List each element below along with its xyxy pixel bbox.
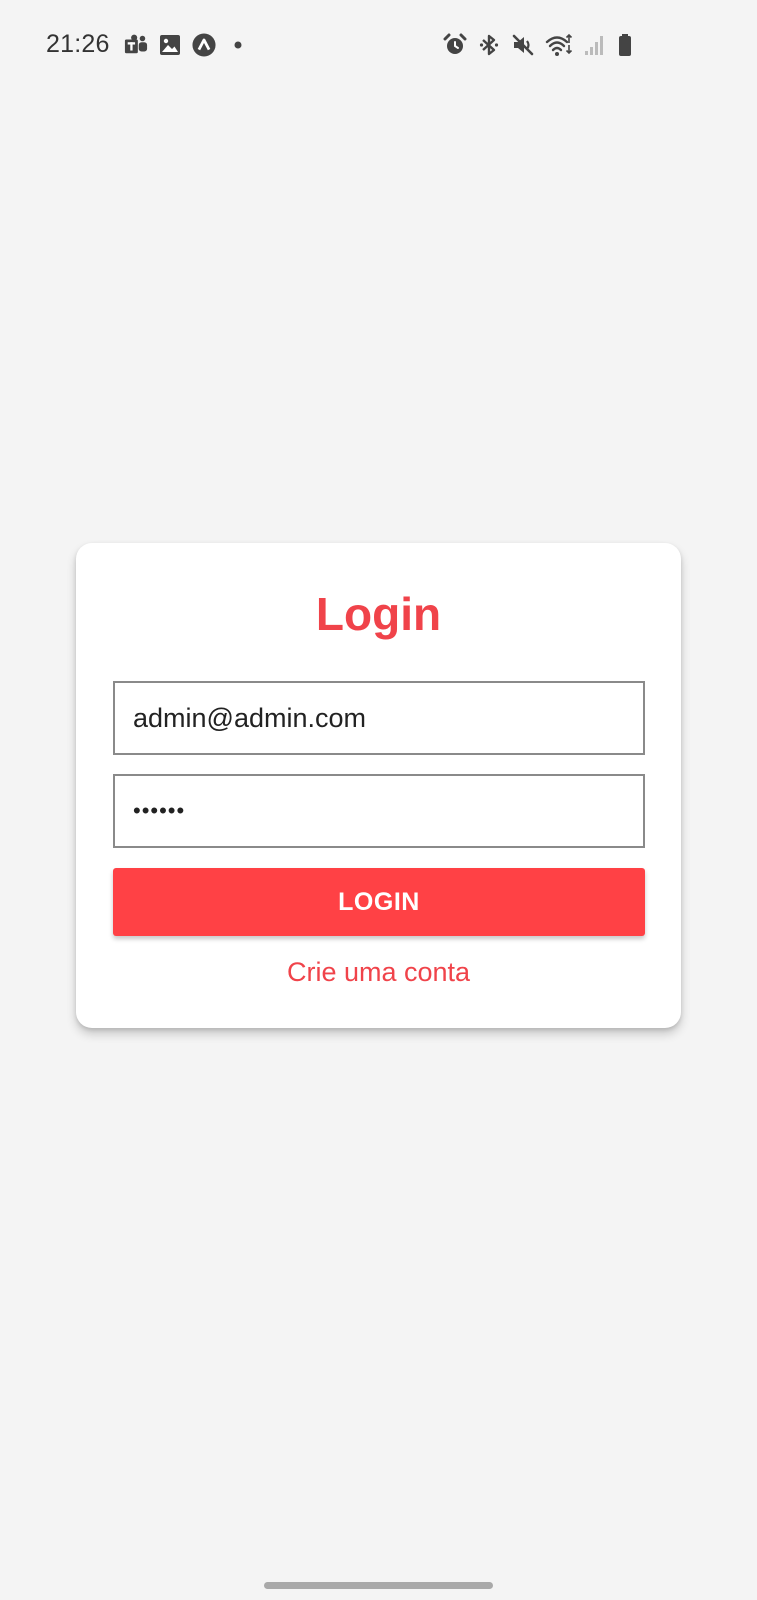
bluetooth-icon: [477, 33, 501, 57]
battery-icon: [617, 33, 633, 57]
app-a-icon: [192, 32, 216, 57]
login-title: Login: [315, 588, 442, 640]
email-field[interactable]: [113, 681, 645, 755]
email-input[interactable]: [133, 702, 643, 734]
login-button-label: LOGIN: [338, 887, 420, 916]
mute-icon: [511, 33, 535, 57]
create-account-link[interactable]: Crie uma conta: [76, 957, 681, 988]
login-button[interactable]: LOGIN: [113, 868, 645, 936]
signal-icon: [583, 33, 607, 57]
status-right: [443, 33, 633, 57]
alarm-icon: [443, 33, 467, 57]
password-field[interactable]: [113, 774, 645, 848]
status-left: 21:26: [46, 30, 250, 59]
screen: 21:26 Login admin@admin.com •••••• LOGIN…: [0, 0, 757, 1600]
status-bar: 21:26: [0, 0, 757, 96]
status-time: 21:26: [46, 30, 110, 58]
dot-icon: [226, 33, 250, 57]
gallery-icon: [158, 33, 182, 57]
wifi-icon: [545, 33, 573, 57]
teams-icon: [124, 33, 148, 57]
home-indicator[interactable]: [264, 1582, 493, 1589]
password-input[interactable]: [133, 798, 643, 824]
login-card: Login LOGIN Crie uma conta: [76, 543, 681, 1028]
